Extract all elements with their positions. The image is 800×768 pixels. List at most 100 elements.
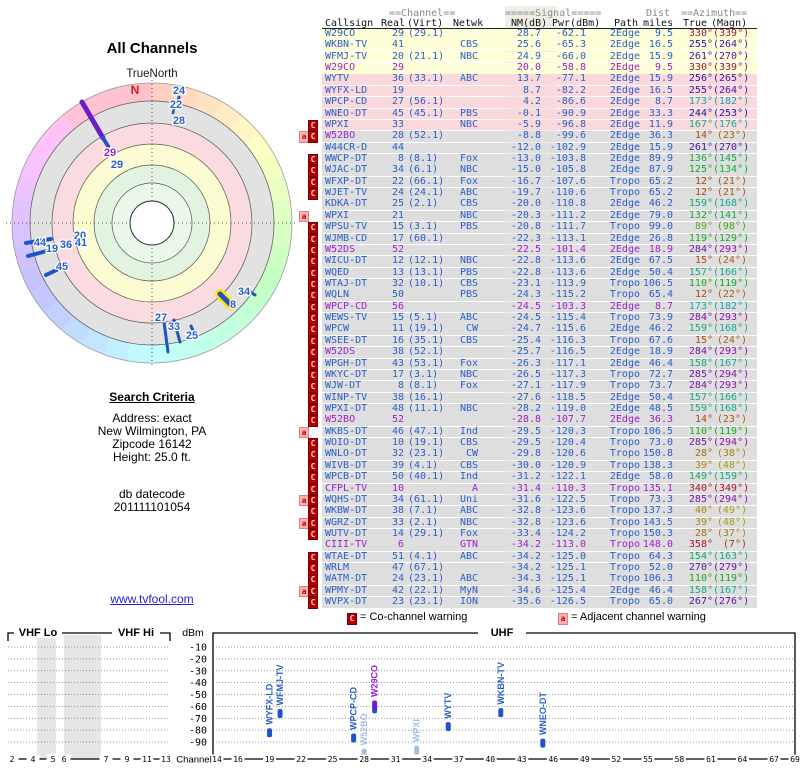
dbm-tick-label: -30 <box>189 666 207 677</box>
cell-miles: 65.0 <box>648 596 673 608</box>
cell-virt: (6.1) <box>408 164 439 176</box>
cell-miles: 137.3 <box>642 505 673 517</box>
cell-callsign: WPCP-CD <box>325 300 368 312</box>
cell-path: Tropo <box>609 459 640 471</box>
cell-virt <box>408 120 444 131</box>
radar-channel-label: 29 <box>104 147 116 159</box>
cell-miles: 36.3 <box>648 414 673 426</box>
cell-virt: (19.1) <box>408 437 445 449</box>
cell-true-az: 270° <box>688 562 713 574</box>
table-row: WFXP-DT 22 (66.1) Fox -16.7 -107.6 Tropo 65.2 12… <box>322 175 757 188</box>
cell-path: 2Edge <box>609 130 640 142</box>
cell-pwr: -113.9 <box>549 277 586 289</box>
cell-nm: -16.7 <box>510 175 541 187</box>
cell-path: Tropo <box>609 527 640 539</box>
cell-path: Tropo <box>609 368 640 380</box>
cell-magn-az: (294°) <box>713 368 750 380</box>
cell-virt: (61.1) <box>408 493 445 505</box>
cell-callsign: WPCB-DT <box>325 471 368 483</box>
tvfool-link-wrap: www.tvfool.com <box>32 592 272 606</box>
cell-real: 17 <box>391 368 404 380</box>
co-channel-warning-icon: C <box>308 369 318 382</box>
channel-tick-label: 34 <box>422 755 432 764</box>
cell-true-az: 39° <box>694 459 713 471</box>
table-row: CIII-TV 6 GTN -34.2 -113.0 Tropo 148.0 358° (7°) <box>322 540 757 551</box>
cell-netwk: Fox <box>459 380 478 392</box>
cell-true-az: 284° <box>688 243 713 255</box>
cell-pwr: -122.1 <box>549 471 586 483</box>
signal-bar-label: W29CO <box>370 665 380 697</box>
cell-netwk <box>442 563 478 574</box>
table-row: WIVB-DT 39 (4.1) CBS -30.0 -120.9 Tropo 138.3 39… <box>322 459 757 472</box>
radar-channel-label: 27 <box>155 312 167 324</box>
cell-callsign: WEWS-TV <box>325 312 368 324</box>
tvfool-link[interactable]: www.tvfool.com <box>110 592 193 606</box>
cell-virt <box>408 540 444 551</box>
cell-miles: 67.5 <box>648 255 673 267</box>
cell-nm: -19.7 <box>510 187 541 199</box>
cell-virt <box>408 415 444 426</box>
cell-true-az: 173° <box>688 96 713 108</box>
cell-netwk: Fox <box>459 357 478 369</box>
cell-miles: 150.8 <box>642 448 673 460</box>
cell-pwr: -120.3 <box>549 425 586 437</box>
radar-channel-label: 24 <box>173 85 186 97</box>
co-channel-warning-icon: C <box>308 153 318 166</box>
cell-true-az: 267° <box>688 596 713 608</box>
cell-virt: (29.1) <box>408 527 445 539</box>
channel-tick-label: 61 <box>706 755 716 764</box>
cell-miles: 106.5 <box>642 277 673 289</box>
cell-nm: 25.6 <box>516 39 541 51</box>
cell-real: 48 <box>391 402 404 414</box>
table-row: WTAJ-DT 32 (10.1) CBS -23.1 -113.9 Tropo 106.5 1… <box>322 277 757 290</box>
cell-magn-az: (38°) <box>716 448 747 460</box>
cell-miles: 9.5 <box>654 28 673 39</box>
cell-miles: 73.3 <box>648 493 673 505</box>
dbm-tick-label: -80 <box>189 726 207 737</box>
cell-pwr: -58.8 <box>555 62 586 74</box>
cell-nm: -13.0 <box>510 152 541 164</box>
cell-netwk: ABC <box>459 573 478 585</box>
table-row: WVPX-DT 23 (23.1) ION -35.6 -126.5 Tropo 65.0 26… <box>322 596 757 608</box>
cell-path: Tropo <box>609 289 640 301</box>
cell-virt: (23.1) <box>408 448 445 460</box>
cell-true-az: 284° <box>688 312 713 324</box>
cell-netwk <box>442 131 478 142</box>
table-row: WYTV 36 (33.1) ABC 13.7 -77.1 2Edge 15.9 256° (26… <box>322 73 757 86</box>
cell-pwr: -123.6 <box>549 505 586 517</box>
cell-true-az: 39° <box>694 516 713 528</box>
cell-nm: -29.8 <box>510 448 541 460</box>
cell-real: 52 <box>391 243 404 255</box>
cell-netwk: NBC <box>459 118 478 130</box>
table-row: WNEO-DT 45 (45.1) PBS -0.1 -90.9 2Edge 33.3 244°… <box>322 107 757 120</box>
cell-virt: (3.1) <box>408 368 439 380</box>
channel-tick-label: 58 <box>675 755 685 764</box>
cell-pwr: -103.3 <box>549 300 586 312</box>
cell-callsign: WRLM <box>325 562 350 574</box>
cell-true-az: 284° <box>688 346 713 358</box>
cell-path: 2Edge <box>609 300 640 312</box>
cell-path: 2Edge <box>609 471 640 483</box>
cell-miles: 46.4 <box>648 584 673 596</box>
cell-real: 29 <box>391 28 404 39</box>
cell-nm: -5.9 <box>516 118 541 130</box>
cell-nm: -34.2 <box>510 539 541 551</box>
cell-netwk: NBC <box>459 209 478 221</box>
cell-true-az: 244° <box>688 107 713 119</box>
cell-miles: 79.0 <box>648 209 673 221</box>
cell-path: 2Edge <box>609 73 640 85</box>
co-channel-warning-icon: C <box>308 438 318 450</box>
cell-virt: (53.1) <box>408 357 445 369</box>
signal-bar-label: WNEO-DT <box>538 692 548 735</box>
signal-bar <box>445 722 451 732</box>
cell-callsign: WVPX-DT <box>325 596 368 608</box>
co-channel-legend-icon: C <box>347 613 357 625</box>
table-row: W29CO 29 (29.1) 28.7 -62.1 2Edge 9.5 330° (339°) <box>322 28 757 40</box>
co-channel-warning-icon: C <box>308 528 318 541</box>
cell-netwk: CW <box>465 448 478 460</box>
cell-real: 41 <box>391 39 404 51</box>
cell-path: Tropo <box>609 539 640 551</box>
co-channel-warning-icon: C <box>308 131 318 143</box>
cell-miles: 50.4 <box>648 266 673 278</box>
dbm-tick-label: -90 <box>189 738 207 749</box>
